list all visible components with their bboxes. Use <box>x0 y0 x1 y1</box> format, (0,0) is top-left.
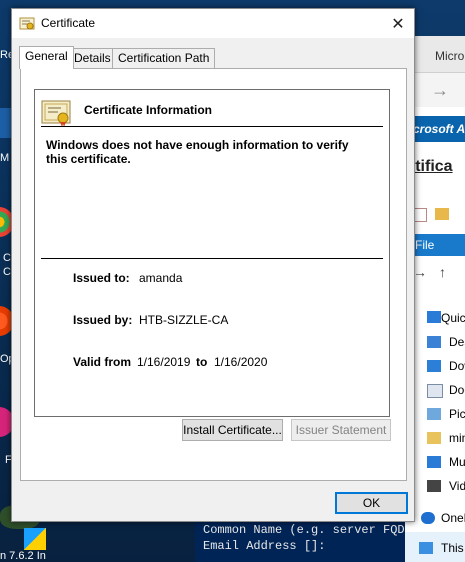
nav-item-folder[interactable]: min <box>449 431 465 445</box>
issued-by-value: HTB-SIZZLE-CA <box>139 313 229 327</box>
video-icon <box>427 480 441 492</box>
folder-icon <box>427 432 441 444</box>
certificate-icon <box>41 100 71 127</box>
issued-to-value: amanda <box>139 271 183 285</box>
up-arrow-icon[interactable]: ↑ <box>439 264 446 280</box>
desktop-label[interactable]: C <box>3 266 11 278</box>
nav-item-onedrive[interactable]: OneD <box>441 511 465 525</box>
desktop-icon <box>427 336 441 348</box>
issued-by-label: Issued by: <box>73 313 133 327</box>
warning-text: Windows does not have enough information… <box>46 138 349 166</box>
dialog-title: Certificate <box>41 16 96 30</box>
valid-from-value: 1/16/2019 <box>137 355 191 369</box>
tab-certification-path[interactable]: Certification Path <box>112 48 216 68</box>
nav-item-music[interactable]: Mu <box>449 455 465 469</box>
cloud-icon <box>421 512 435 524</box>
valid-to-label: to <box>196 355 208 369</box>
folder-icon[interactable] <box>435 208 449 220</box>
tab-general[interactable]: General <box>19 46 74 69</box>
certificate-info-title: Certificate Information <box>84 103 213 117</box>
certificate-info-box: Certificate Information Windows does not… <box>34 89 390 417</box>
nav-item-this-pc[interactable]: This <box>441 541 464 555</box>
page-title: rtifica <box>409 158 453 175</box>
desktop-label[interactable]: M <box>0 152 9 164</box>
issued-to-label: Issued to: <box>73 271 130 285</box>
header-band-text: crosoft A <box>413 122 465 136</box>
nav-item-desktop[interactable]: Des <box>449 335 465 349</box>
download-icon <box>427 360 441 372</box>
nav-item-videos[interactable]: Vid <box>449 479 465 493</box>
music-icon <box>427 456 441 468</box>
valid-to-value: 1/16/2020 <box>214 355 268 369</box>
close-button[interactable]: ✕ <box>382 9 414 38</box>
terminal-window[interactable]: Common Name (e.g. server FQD Email Addre… <box>195 518 405 562</box>
nav-item-downloads[interactable]: Dow <box>449 359 465 373</box>
computer-icon <box>419 542 433 554</box>
nav-item-quick[interactable]: Quic <box>441 311 465 325</box>
nav-item-documents[interactable]: Doc <box>449 383 465 397</box>
shield-icon[interactable] <box>24 528 46 550</box>
forward-arrow-icon[interactable]: → <box>431 80 449 101</box>
terminal-line: Email Address []: <box>203 539 326 553</box>
nav-item-pictures[interactable]: Pict <box>449 407 465 421</box>
pictures-icon <box>427 408 441 420</box>
certificate-dialog: Certificate ✕ General Details Certificat… <box>11 8 415 522</box>
install-certificate-button[interactable]: Install Certificate... <box>182 419 283 441</box>
desktop-label[interactable]: C <box>3 252 11 264</box>
checkbox-icon[interactable] <box>413 208 427 222</box>
tab-details[interactable]: Details <box>68 48 117 68</box>
divider <box>41 126 383 127</box>
terminal-line: Common Name (e.g. server FQD <box>203 523 405 537</box>
back-arrow-icon[interactable]: → <box>413 264 427 280</box>
file-menu-tab[interactable]: File <box>411 234 465 256</box>
valid-from-label: Valid from <box>73 355 132 369</box>
title-bar: Certificate ✕ <box>12 9 414 38</box>
desktop-label[interactable]: n 7.6.2 In <box>0 550 46 562</box>
browser-tab-label[interactable]: Micro <box>435 49 464 63</box>
star-icon <box>427 311 441 323</box>
certificate-icon <box>19 17 35 30</box>
ok-button[interactable]: OK <box>335 492 408 514</box>
divider <box>41 258 383 259</box>
close-icon: ✕ <box>391 15 405 33</box>
issuer-statement-button: Issuer Statement <box>291 419 391 441</box>
document-icon <box>427 384 443 398</box>
